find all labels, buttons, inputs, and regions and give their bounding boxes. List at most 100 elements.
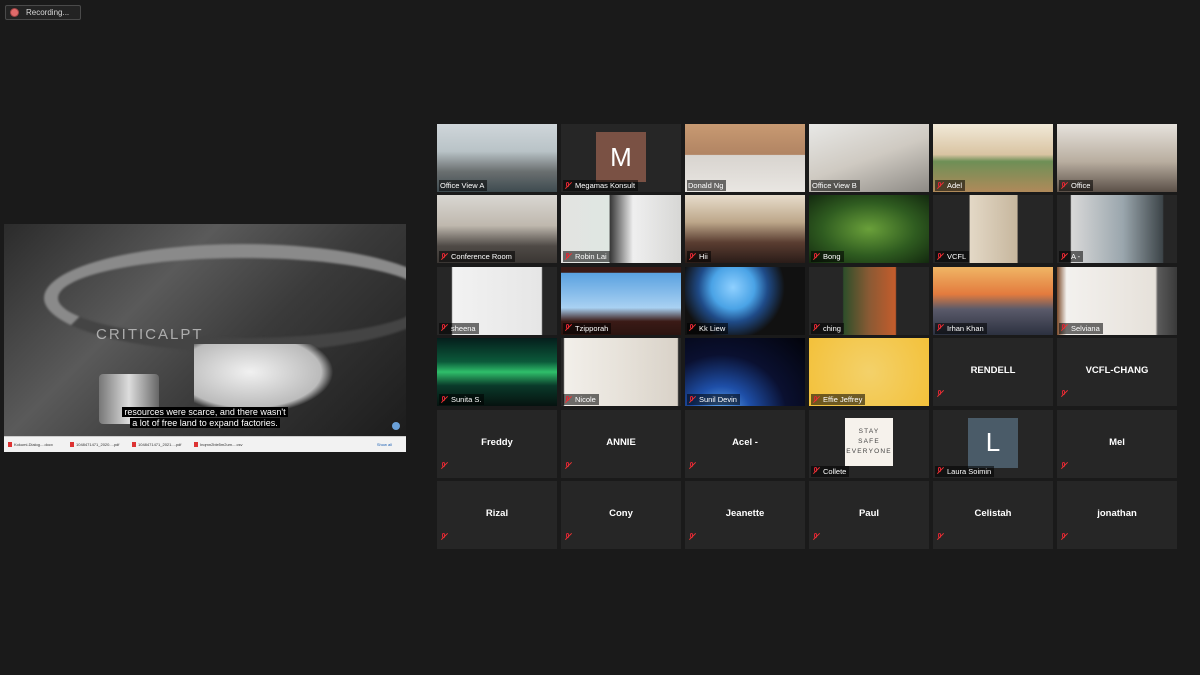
show-all-link[interactable]: Show all bbox=[377, 442, 392, 447]
participant-label: Conference Room bbox=[439, 251, 515, 263]
participant-tile[interactable]: Conference Room bbox=[437, 195, 557, 264]
participant-tile[interactable]: Mel bbox=[1057, 409, 1177, 478]
participant-label: Kk Liew bbox=[687, 322, 729, 334]
participant-name: Megamas Konsult bbox=[575, 181, 636, 190]
participant-tile[interactable]: Acel - bbox=[685, 409, 805, 478]
participant-tile[interactable]: Nicole bbox=[561, 338, 681, 407]
mic-muted-icon bbox=[564, 395, 572, 404]
participant-tile[interactable]: sheena bbox=[437, 266, 557, 335]
participant-name: Laura Soimin bbox=[947, 466, 992, 476]
mic-muted-icon bbox=[936, 390, 944, 398]
mic-muted-icon bbox=[812, 395, 820, 404]
mic-status bbox=[440, 528, 448, 546]
participant-tile[interactable]: Office bbox=[1057, 124, 1177, 192]
participant-name: VCFL-CHANG bbox=[1085, 365, 1149, 377]
mic-muted-icon bbox=[812, 252, 820, 261]
mic-status bbox=[1060, 528, 1068, 546]
participant-label: Sunil Devin bbox=[687, 394, 740, 406]
mic-muted-icon bbox=[564, 461, 572, 470]
participant-label: Megamas Konsult bbox=[563, 180, 639, 191]
participant-tile[interactable]: Freddy bbox=[437, 409, 557, 478]
participant-tile[interactable]: Irhan Khan bbox=[933, 266, 1053, 335]
shared-video: CRITICALPT resources were scarce, and th… bbox=[4, 224, 406, 436]
participant-name: Selviana bbox=[1071, 323, 1100, 333]
participant-tile[interactable]: VCFL-CHANG bbox=[1057, 338, 1177, 407]
participant-tile[interactable]: L Laura Soimin bbox=[933, 409, 1053, 478]
participant-tile[interactable]: Jeanette bbox=[685, 480, 805, 549]
mic-status bbox=[1060, 385, 1068, 403]
caption-line-2: a lot of free land to expand factories. bbox=[130, 418, 280, 428]
mic-status bbox=[688, 528, 696, 546]
participant-name: Mel bbox=[1109, 436, 1125, 448]
gallery-grid: Office View A M Megamas Konsult Donald Ng Of… bbox=[437, 124, 1177, 549]
participant-name: Paul bbox=[858, 507, 880, 519]
participant-name: Bong bbox=[823, 252, 841, 262]
participant-name: Adel bbox=[947, 181, 963, 190]
participant-name: VCFL bbox=[947, 252, 967, 262]
participant-tile[interactable]: Bong bbox=[809, 195, 929, 264]
participant-tile[interactable]: Rizal bbox=[437, 480, 557, 549]
participant-tile[interactable]: Sunil Devin bbox=[685, 338, 805, 407]
mic-muted-icon bbox=[440, 324, 448, 332]
mic-muted-icon bbox=[564, 532, 572, 541]
participant-tile[interactable]: Cony bbox=[561, 480, 681, 549]
participant-tile[interactable]: Paul bbox=[809, 480, 929, 549]
mic-muted-icon bbox=[812, 467, 820, 475]
download-item[interactable]: Kokumi-Dialog....docx bbox=[8, 442, 66, 447]
participant-label: A - bbox=[1059, 251, 1084, 263]
participant-tile[interactable]: Adel bbox=[933, 124, 1053, 192]
participant-tile[interactable]: Effie Jeffrey bbox=[809, 338, 929, 407]
mic-muted-icon bbox=[564, 324, 572, 332]
participant-name: jonathan bbox=[1097, 507, 1137, 519]
participant-tile[interactable]: Celistah bbox=[933, 480, 1053, 549]
participant-tile[interactable]: Robin Lai bbox=[561, 195, 681, 264]
participant-tile[interactable]: jonathan bbox=[1057, 480, 1177, 549]
participant-name: Celistah bbox=[974, 507, 1012, 519]
download-item[interactable]: 1048471471_2020....pdf bbox=[70, 442, 128, 447]
sign-line: STAY bbox=[858, 427, 880, 435]
participant-name: Effie Jeffrey bbox=[823, 395, 863, 405]
participant-name: A - bbox=[1071, 252, 1081, 262]
participant-tile[interactable]: ANNIE bbox=[561, 409, 681, 478]
participant-label: sheena bbox=[439, 322, 479, 334]
mic-status bbox=[440, 457, 448, 475]
participant-tile[interactable]: A - bbox=[1057, 195, 1177, 264]
mic-muted-icon bbox=[564, 252, 572, 261]
download-item[interactable]: Inqmn2ble5m2um....csv bbox=[194, 442, 252, 447]
participant-tile[interactable]: Selviana bbox=[1057, 266, 1177, 335]
mic-muted-icon bbox=[440, 461, 448, 470]
participant-tile[interactable]: Hii bbox=[685, 195, 805, 264]
participant-tile[interactable]: STAY SAFE EVERYONE Collete bbox=[809, 409, 929, 478]
participant-name: Rizal bbox=[485, 507, 509, 519]
mic-muted-icon bbox=[936, 324, 944, 332]
download-name: 1048471471_2020....pdf bbox=[76, 442, 120, 447]
participant-name: Donald Ng bbox=[688, 181, 724, 190]
caption-line-1: resources were scarce, and there wasn't bbox=[122, 407, 288, 417]
recording-indicator[interactable]: Recording... bbox=[5, 5, 81, 20]
avatar: M bbox=[596, 132, 646, 182]
participant-tile[interactable]: Donald Ng bbox=[685, 124, 805, 192]
participant-tile[interactable]: ching bbox=[809, 266, 929, 335]
recording-dot-icon bbox=[11, 9, 18, 16]
participant-tile[interactable]: Office View A bbox=[437, 124, 557, 192]
mic-muted-icon bbox=[936, 467, 944, 475]
mic-muted-icon bbox=[1060, 390, 1068, 398]
mic-status bbox=[936, 385, 944, 403]
mic-muted-icon bbox=[564, 181, 572, 190]
download-name: Inqmn2ble5m2um....csv bbox=[200, 442, 243, 447]
participant-label: Tzipporah bbox=[563, 322, 612, 334]
participant-tile[interactable]: Office View B bbox=[809, 124, 929, 192]
participant-tile[interactable]: Kk Liew bbox=[685, 266, 805, 335]
participant-tile[interactable]: Sunita S. bbox=[437, 338, 557, 407]
participant-tile[interactable]: Tzipporah bbox=[561, 266, 681, 335]
mic-status bbox=[564, 457, 572, 475]
participant-tile[interactable]: M Megamas Konsult bbox=[561, 124, 681, 192]
participant-name: ching bbox=[823, 323, 841, 333]
participant-tile[interactable]: VCFL bbox=[933, 195, 1053, 264]
download-name: 1048471471_2021....pdf bbox=[138, 442, 182, 447]
participant-tile[interactable]: RENDELL bbox=[933, 338, 1053, 407]
mic-status bbox=[936, 528, 944, 546]
download-item[interactable]: 1048471471_2021....pdf bbox=[132, 442, 190, 447]
participant-name: Nicole bbox=[575, 395, 596, 405]
participant-name: Freddy bbox=[481, 436, 513, 448]
